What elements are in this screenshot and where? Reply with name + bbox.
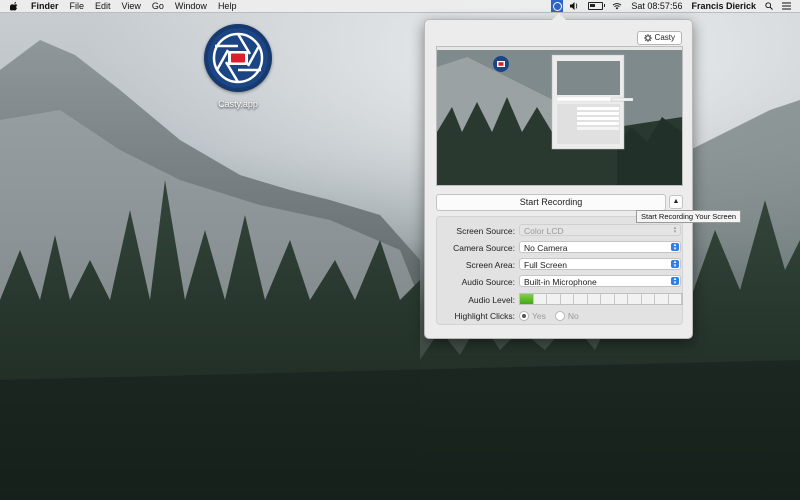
menu-go[interactable]: Go [152, 1, 164, 11]
screen-source-value: Color LCD [524, 226, 564, 236]
audio-level-segment [628, 294, 642, 304]
screen-area-label: Screen Area: [465, 260, 515, 270]
audio-level-segment [534, 294, 547, 304]
radio-unselected-icon [554, 311, 565, 321]
audio-level-row: Audio Level: [437, 293, 683, 307]
camera-source-value: No Camera [524, 243, 568, 253]
camera-source-row: Camera Source: No Camera ▴ ▾ [437, 241, 682, 255]
casty-button-label: Casty [654, 33, 675, 42]
aperture-icon [208, 28, 268, 88]
audio-level-segment [615, 294, 628, 304]
start-recording-tooltip: Start Recording Your Screen [636, 210, 742, 223]
audio-level-segment [655, 294, 669, 304]
audio-source-row: Audio Source: Built-in Microphone ▴ ▾ [437, 275, 682, 289]
audio-level-segment [574, 294, 588, 304]
audio-level-segment [642, 294, 655, 304]
chevron-up-icon[interactable]: ▲ [669, 195, 683, 209]
highlight-no-radio[interactable]: No [554, 309, 579, 323]
menu-finder[interactable]: Finder [31, 1, 59, 11]
menu-help[interactable]: Help [218, 1, 237, 11]
audio-level-segment [601, 294, 615, 304]
updown-arrow-icon: ▴ ▾ [673, 225, 677, 235]
casty-menu-button[interactable]: Casty [636, 31, 682, 45]
screen-area-row: Screen Area: Full Screen ▴ ▾ [437, 258, 682, 272]
audio-source-value: Built-in Microphone [524, 277, 597, 287]
highlight-clicks-label: Highlight Clicks: [454, 311, 515, 321]
highlight-yes-label: Yes [532, 311, 546, 321]
casty-popover: Casty Start Recording ▲ Screen Source: C… [424, 13, 693, 339]
highlight-yes-radio[interactable]: Yes [519, 309, 546, 323]
menu-edit[interactable]: Edit [95, 1, 111, 11]
audio-level-segment [588, 294, 601, 304]
audio-level-meter [519, 293, 683, 305]
audio-level-label: Audio Level: [468, 295, 515, 305]
menu-file[interactable]: File [70, 1, 85, 11]
updown-arrow-icon: ▴ ▾ [671, 243, 679, 252]
updown-arrow-icon: ▴ ▾ [671, 277, 679, 286]
user-name[interactable]: Francis Dierick [691, 1, 756, 11]
preview-thumbnail [437, 47, 682, 185]
settings-panel: Screen Source: Color LCD ▴ ▾ Camera Sourc… [436, 216, 683, 325]
audio-level-segment [547, 294, 561, 304]
highlight-no-label: No [567, 311, 579, 321]
audio-source-label: Audio Source: [461, 277, 515, 287]
camera-source-select[interactable]: No Camera ▴ ▾ [519, 241, 681, 253]
menu-bar: Finder File Edit View Go Window Help Sat… [0, 0, 800, 13]
search-icon[interactable] [765, 2, 773, 10]
wifi-icon[interactable] [612, 2, 622, 10]
list-icon[interactable] [782, 2, 791, 10]
menu-view[interactable]: View [122, 1, 141, 11]
radio-selected-icon [519, 311, 529, 321]
casty-menu-icon[interactable] [551, 0, 564, 12]
screen-area-select[interactable]: Full Screen ▴ ▾ [519, 258, 681, 270]
menu-window[interactable]: Window [175, 1, 207, 11]
volume-icon[interactable] [570, 2, 579, 10]
updown-arrow-icon: ▴ ▾ [671, 260, 679, 269]
screen-preview [436, 46, 683, 186]
casty-app-icon[interactable] [204, 24, 272, 92]
battery-icon[interactable] [588, 2, 606, 10]
screen-source-select[interactable]: Color LCD ▴ ▾ [519, 224, 681, 236]
audio-level-segment [669, 294, 682, 304]
gear-icon [643, 34, 652, 42]
screen-source-label: Screen Source: [456, 226, 515, 236]
start-recording-button[interactable]: Start Recording [436, 194, 666, 211]
app-icon-label: Casty.app [218, 99, 258, 109]
highlight-clicks-row: Highlight Clicks: Yes No [437, 309, 682, 323]
audio-level-segment [520, 294, 534, 304]
audio-source-select[interactable]: Built-in Microphone ▴ ▾ [519, 275, 681, 287]
camera-source-label: Camera Source: [453, 243, 515, 253]
screen-source-row: Screen Source: Color LCD ▴ ▾ [437, 224, 682, 238]
clock[interactable]: Sat 08:57:56 [631, 1, 682, 11]
apple-icon[interactable] [10, 1, 19, 11]
audio-level-segment [561, 294, 574, 304]
screen-area-value: Full Screen [524, 260, 567, 270]
highlight-clicks-radios: Yes No [519, 309, 579, 323]
